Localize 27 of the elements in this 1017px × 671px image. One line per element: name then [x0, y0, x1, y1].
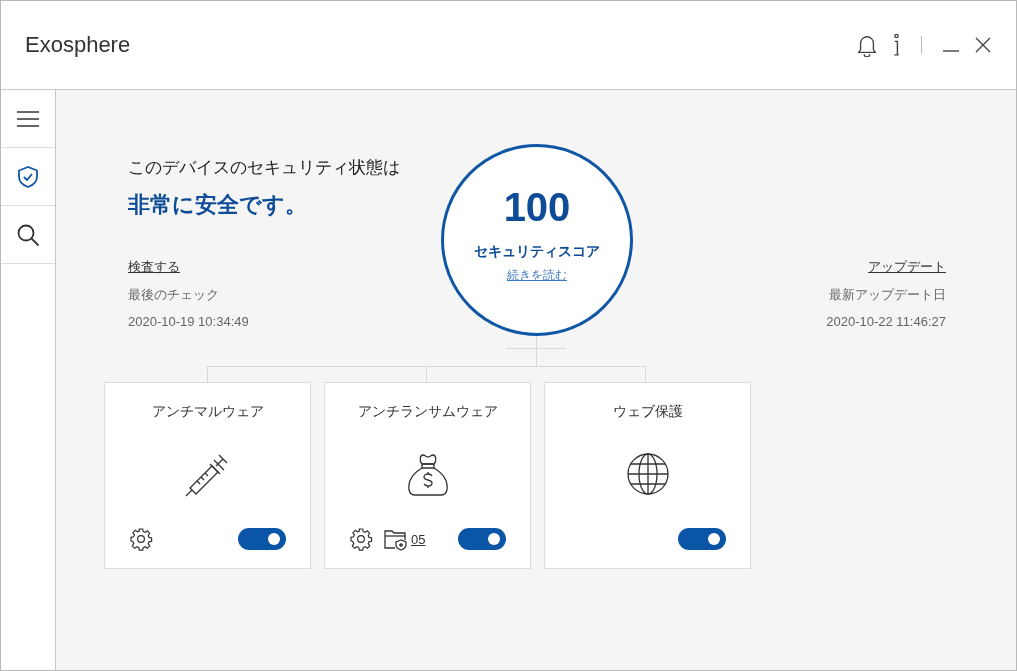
window-title: Exosphere — [25, 32, 132, 58]
status-heading: このデバイスのセキュリティ状態は — [128, 157, 401, 179]
card-title: アンチランサムウェア — [357, 402, 498, 421]
toggle-switch[interactable] — [458, 528, 506, 550]
status-verdict: 非常に安全です。 — [128, 191, 308, 219]
scan-link[interactable]: 検査する — [128, 259, 180, 274]
folder-shield-icon[interactable] — [383, 527, 407, 551]
search-icon — [16, 222, 40, 247]
score-value: 100 — [503, 184, 571, 231]
card-title: ウェブ保護 — [612, 402, 683, 421]
toggle-switch[interactable] — [678, 528, 726, 550]
toggle-switch[interactable] — [238, 528, 286, 550]
last-update-label: 最新アップデート日 — [829, 286, 946, 304]
close-icon[interactable] — [974, 36, 992, 54]
last-check-date: 2020-10-19 10:34:49 — [128, 313, 250, 331]
update-link[interactable]: アップデート — [868, 258, 946, 276]
notification-bell-icon[interactable] — [856, 33, 878, 57]
folder-count-link[interactable]: 05 — [411, 531, 426, 547]
card-title: アンチマルウェア — [151, 402, 264, 421]
score-label: セキュリティスコア — [474, 243, 600, 261]
read-more-link[interactable]: 続きを読む — [507, 267, 567, 284]
last-update-date: 2020-10-22 11:46:27 — [826, 313, 946, 331]
shield-check-icon — [16, 164, 40, 189]
settings-icon[interactable] — [349, 527, 373, 551]
settings-icon[interactable] — [129, 527, 153, 551]
last-check-label: 最後のチェック — [128, 286, 220, 304]
info-icon[interactable] — [892, 33, 901, 57]
